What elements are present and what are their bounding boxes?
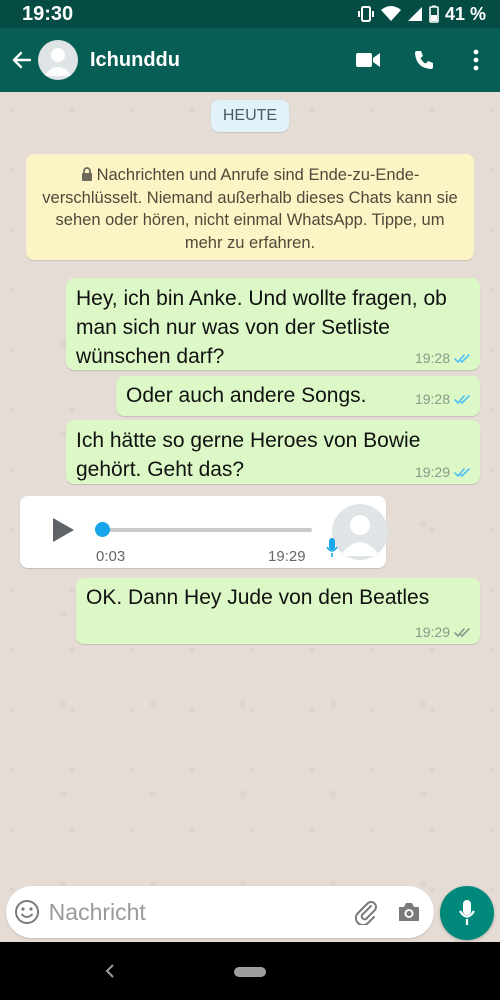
date-chip: HEUTE — [211, 100, 289, 132]
voice-duration: 0:03 — [96, 548, 126, 565]
encryption-notice[interactable]: Nachrichten und Anrufe sind Ende-zu-Ende… — [26, 154, 474, 260]
message-bubble[interactable]: Oder auch andere Songs. 19:28 — [116, 376, 480, 416]
voice-record-button[interactable] — [440, 886, 494, 940]
encryption-text: Nachrichten und Anrufe sind Ende-zu-Ende… — [42, 166, 458, 252]
message-bubble[interactable]: Hey, ich bin Anke. Und wollte fragen, ob… — [66, 278, 480, 370]
message-input[interactable] — [48, 898, 345, 926]
home-pill[interactable] — [234, 967, 266, 977]
voice-call-button[interactable] — [396, 28, 452, 92]
message-time: 19:29 — [268, 548, 306, 565]
signal-icon — [407, 6, 423, 22]
phone-icon — [415, 51, 433, 69]
read-ticks-icon — [454, 353, 470, 363]
message-time: 19:29 — [414, 624, 450, 640]
emoji-icon — [15, 900, 40, 924]
play-icon[interactable] — [50, 516, 76, 544]
read-ticks-icon — [454, 394, 470, 404]
avatar[interactable] — [38, 40, 78, 80]
nav-back-icon — [105, 964, 114, 978]
mic-icon — [326, 538, 338, 557]
voice-progress-handle[interactable] — [95, 522, 110, 537]
voice-message-bubble[interactable]: 0:03 19:29 — [20, 496, 388, 568]
back-arrow-icon — [12, 51, 32, 69]
contact-name[interactable]: Ichunddu — [90, 49, 340, 72]
back-button[interactable] — [4, 28, 38, 92]
lock-icon — [81, 167, 92, 181]
system-nav-bar — [0, 942, 500, 1000]
video-call-button[interactable] — [340, 28, 396, 92]
more-vert-icon — [473, 49, 479, 71]
message-time: 19:28 — [414, 391, 450, 407]
voice-sender-avatar — [332, 504, 388, 560]
status-bar: 19:30 41 % — [0, 0, 500, 28]
voice-progress-track[interactable] — [100, 528, 312, 532]
wifi-icon — [380, 6, 401, 22]
message-text: OK. Dann Hey Jude von den Beatles — [86, 586, 430, 609]
message-time: 19:28 — [414, 350, 450, 366]
emoji-button[interactable] — [6, 899, 49, 925]
delivered-ticks-icon — [454, 627, 470, 637]
vibrate-icon — [357, 6, 375, 22]
battery-icon — [429, 5, 439, 23]
message-composer — [6, 886, 434, 938]
message-bubble[interactable]: OK. Dann Hey Jude von den Beatles 19:29 — [76, 578, 480, 644]
message-bubble[interactable]: Ich hätte so gerne Heroes von Bowie gehö… — [66, 420, 480, 484]
camera-icon — [398, 903, 419, 921]
mic-icon — [459, 900, 475, 925]
more-options-button[interactable] — [452, 28, 500, 92]
status-time: 19:30 — [22, 2, 74, 25]
attach-icon — [354, 901, 377, 925]
chat-area[interactable]: HEUTE Nachrichten und Anrufe sind Ende-z… — [0, 92, 500, 942]
camera-button[interactable] — [387, 901, 430, 923]
battery-percent: 41 % — [444, 3, 486, 24]
chat-header: Ichunddu — [0, 28, 500, 92]
message-time: 19:29 — [414, 464, 450, 480]
video-call-icon — [356, 53, 380, 67]
attach-button[interactable] — [345, 899, 388, 925]
read-ticks-icon — [454, 467, 470, 477]
nav-back-button[interactable] — [100, 960, 120, 982]
